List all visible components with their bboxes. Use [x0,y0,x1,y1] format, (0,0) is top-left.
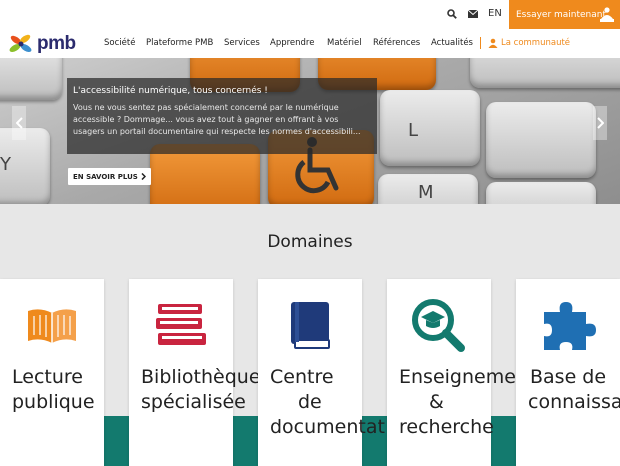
hero-title: L'accessibilité numérique, tous concerné… [73,86,268,96]
keyboard-key: M [378,174,478,204]
hero-caption-panel: L'accessibilité numérique, tous concerné… [67,78,377,154]
closed-book-icon [258,297,362,353]
top-utility-bar: EN Essayer maintenant [0,0,620,29]
nav-apprendre[interactable]: Apprendre [270,38,314,48]
pmb-logo[interactable]: pmb [8,31,78,56]
hero-carousel: Y L M L'accessibilité numérique, tous co… [0,58,620,204]
try-now-label: Essayer maintenant [516,9,607,20]
nav-community[interactable]: La communauté [488,38,570,48]
nav-plateforme-pmb[interactable]: Plateforme PMB [146,38,213,48]
search-icon[interactable] [446,8,458,20]
keyboard-key [486,102,596,178]
learn-more-label: EN SAVOIR PLUS [73,172,138,181]
nav-actualites[interactable]: Actualités [431,38,473,48]
learn-more-button[interactable]: EN SAVOIR PLUS [68,168,151,185]
carousel-prev-button[interactable] [12,106,26,140]
domain-card-bibliotheque-specialisee[interactable]: Bibliothèque spécialisée [129,279,261,466]
nav-services[interactable]: Services [224,38,260,48]
nav-materiel[interactable]: Matériel [327,38,362,48]
mail-icon[interactable] [467,8,479,20]
domain-card-enseignement-recherche[interactable]: Enseigneme & recherche [387,279,516,466]
open-book-icon [0,297,104,353]
nav-community-label: La communauté [501,38,571,48]
chevron-right-icon [141,173,146,180]
domain-label: Base de connaissa [528,365,620,415]
main-navigation: pmb Société Plateforme PMB Services Appr… [0,29,620,58]
keyboard-key [470,58,620,88]
hero-text: Vous ne vous sentez pas spécialement con… [73,103,361,136]
user-icon [488,38,498,48]
carousel-next-button[interactable] [593,106,607,140]
nav-references[interactable]: Références [373,38,420,48]
user-upload-icon [600,6,614,22]
pmb-logo-flower-icon [9,34,32,52]
chevron-right-icon [596,117,604,129]
keyboard-key [486,182,596,204]
domain-label-line: Base de [530,366,607,388]
puzzle-piece-icon [516,297,620,353]
domains-title: Domaines [267,232,353,252]
nav-societe[interactable]: Société [104,38,135,48]
language-switch[interactable]: EN [488,8,502,19]
magnifier-graduation-icon [387,297,491,353]
domain-card-centre-de-documentation[interactable]: Centre de documentat [258,279,385,466]
logo-text: pmb [37,32,76,54]
domain-label-line: connaissa [528,391,620,413]
try-now-button[interactable]: Essayer maintenant [509,0,620,29]
keyboard-key: L [380,90,480,166]
domains-section: Domaines Lecture publique Bibliothèque s… [0,204,620,466]
books-stack-icon [129,297,233,353]
domain-card-lecture-publique[interactable]: Lecture publique [0,279,104,466]
keyboard-key [0,58,62,100]
nav-divider [480,37,481,49]
chevron-left-icon [15,117,23,129]
domain-card-base-de-connaissances[interactable]: Base de connaissa [516,279,620,466]
